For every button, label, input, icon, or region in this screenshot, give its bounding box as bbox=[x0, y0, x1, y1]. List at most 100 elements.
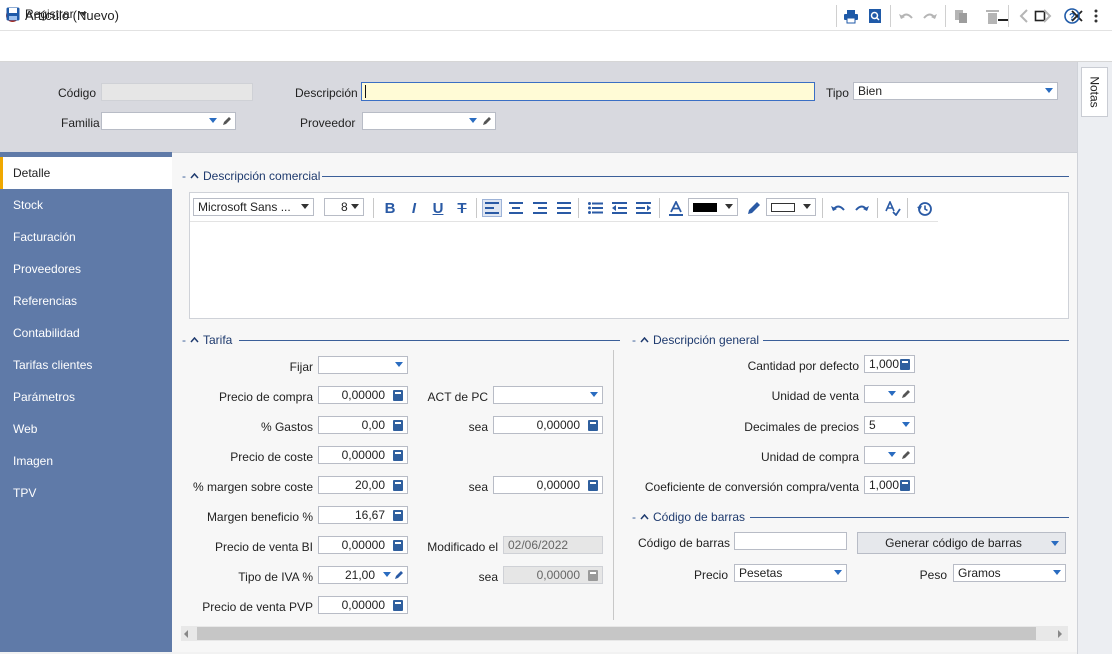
delete-button[interactable] bbox=[982, 6, 1002, 26]
next-button[interactable] bbox=[1037, 6, 1057, 26]
familia-select[interactable] bbox=[101, 112, 236, 130]
scrollbar-thumb[interactable] bbox=[197, 627, 1036, 640]
sidebar-item-parametros[interactable]: Parámetros bbox=[0, 381, 172, 413]
sidebar-item-proveedores[interactable]: Proveedores bbox=[0, 253, 172, 285]
redo-button[interactable] bbox=[920, 6, 940, 26]
undo-button[interactable] bbox=[896, 6, 916, 26]
precio-coste-input[interactable]: 0,00000 bbox=[318, 446, 408, 464]
format-separator bbox=[877, 198, 878, 218]
general-section-header[interactable]: - Descripción general bbox=[632, 333, 759, 347]
scroll-left-icon[interactable] bbox=[184, 630, 188, 638]
align-right-button[interactable] bbox=[530, 199, 550, 217]
sea2-input[interactable]: 0,00000 bbox=[493, 476, 603, 494]
font-color-select[interactable] bbox=[688, 198, 738, 216]
register-button[interactable]: Registrar bbox=[6, 7, 88, 21]
margen-beneficio-input[interactable]: 16,67 bbox=[318, 506, 408, 524]
barcode-precio-select[interactable]: Pesetas bbox=[734, 564, 847, 582]
precio-venta-bi-input[interactable]: 0,00000 bbox=[318, 536, 408, 554]
editor-undo-button[interactable] bbox=[828, 199, 848, 217]
coeficiente-input[interactable]: 1,000 bbox=[864, 476, 915, 494]
editor-redo-button[interactable] bbox=[852, 199, 872, 217]
strikethrough-button[interactable]: T bbox=[452, 199, 472, 217]
bullet-list-button[interactable] bbox=[585, 199, 605, 217]
spellcheck-button[interactable] bbox=[883, 199, 903, 217]
sea1-input[interactable]: 0,00000 bbox=[493, 416, 603, 434]
barcode-section-header[interactable]: - Código de barras bbox=[632, 510, 745, 524]
sidebar-item-facturacion[interactable]: Facturación bbox=[0, 221, 172, 253]
generate-barcode-button[interactable]: Generar código de barras bbox=[857, 532, 1066, 554]
unidad-venta-select[interactable] bbox=[864, 385, 915, 403]
pencil-icon[interactable] bbox=[393, 569, 405, 581]
sidebar-item-stock[interactable]: Stock bbox=[0, 189, 172, 221]
tipo-iva-select[interactable]: 21,00 bbox=[318, 566, 408, 584]
sidebar-item-web[interactable]: Web bbox=[0, 413, 172, 445]
calculator-icon[interactable] bbox=[588, 480, 598, 491]
scroll-right-icon[interactable] bbox=[1058, 630, 1062, 638]
barcode-input[interactable] bbox=[734, 532, 847, 550]
act-pc-select[interactable] bbox=[493, 386, 603, 404]
pencil-icon[interactable] bbox=[221, 115, 233, 127]
pencil-icon[interactable] bbox=[900, 449, 912, 461]
pencil-icon[interactable] bbox=[900, 388, 912, 400]
calculator-icon[interactable] bbox=[393, 600, 403, 611]
calculator-icon[interactable] bbox=[900, 480, 910, 491]
font-name-value: Microsoft Sans ... bbox=[198, 200, 291, 214]
print-icon bbox=[844, 9, 858, 23]
gastos-input[interactable]: 0,00 bbox=[318, 416, 408, 434]
highlight-button[interactable] bbox=[743, 199, 763, 217]
fijar-select[interactable] bbox=[318, 356, 408, 374]
calculator-icon[interactable] bbox=[393, 450, 403, 461]
notes-tab[interactable]: Notas bbox=[1081, 67, 1108, 117]
previous-button[interactable] bbox=[1014, 6, 1034, 26]
pencil-icon[interactable] bbox=[481, 115, 493, 127]
font-size-select[interactable]: 8 bbox=[324, 198, 364, 216]
sidebar-item-tpv[interactable]: TPV bbox=[0, 477, 172, 509]
barcode-section-title: Código de barras bbox=[653, 510, 746, 524]
underline-button[interactable]: U bbox=[428, 199, 448, 217]
tipo-select[interactable]: Bien bbox=[853, 82, 1058, 100]
decimales-select[interactable]: 5 bbox=[864, 416, 915, 434]
descripcion-input[interactable] bbox=[361, 82, 815, 101]
justify-button[interactable] bbox=[554, 199, 574, 217]
precio-venta-pvp-input[interactable]: 0,00000 bbox=[318, 596, 408, 614]
background-color-select[interactable] bbox=[766, 198, 816, 216]
bold-button[interactable]: B bbox=[380, 199, 400, 217]
history-button[interactable] bbox=[914, 199, 934, 217]
italic-button[interactable]: I bbox=[404, 199, 424, 217]
tarifa-section-header[interactable]: - Tarifa bbox=[182, 333, 232, 347]
precio-venta-bi-label: Precio de venta BI bbox=[214, 540, 313, 554]
align-center-button[interactable] bbox=[506, 199, 526, 217]
calculator-icon[interactable] bbox=[393, 510, 403, 521]
font-name-select[interactable]: Microsoft Sans ... bbox=[193, 198, 314, 216]
codigo-field[interactable] bbox=[101, 83, 253, 101]
calculator-icon[interactable] bbox=[393, 420, 403, 431]
print-button[interactable] bbox=[841, 6, 861, 26]
print-preview-button[interactable] bbox=[865, 6, 885, 26]
help-button[interactable]: ? bbox=[1062, 6, 1082, 26]
copy-button[interactable] bbox=[951, 6, 971, 26]
sidebar-item-referencias[interactable]: Referencias bbox=[0, 285, 172, 317]
proveedor-select[interactable] bbox=[362, 112, 496, 130]
outdent-button[interactable] bbox=[609, 199, 629, 217]
precio-compra-input[interactable]: 0,00000 bbox=[318, 386, 408, 404]
unidad-compra-select[interactable] bbox=[864, 446, 915, 464]
sidebar-item-tarifas-clientes[interactable]: Tarifas clientes bbox=[0, 349, 172, 381]
align-left-button[interactable] bbox=[482, 199, 502, 217]
calculator-icon[interactable] bbox=[393, 480, 403, 491]
calculator-icon[interactable] bbox=[900, 359, 910, 370]
calculator-icon[interactable] bbox=[393, 390, 403, 401]
commercial-section-header[interactable]: - Descripción comercial bbox=[182, 169, 320, 183]
barcode-peso-select[interactable]: Gramos bbox=[953, 564, 1066, 582]
sidebar-item-contabilidad[interactable]: Contabilidad bbox=[0, 317, 172, 349]
tipo-label: Tipo bbox=[826, 86, 849, 100]
margen-coste-input[interactable]: 20,00 bbox=[318, 476, 408, 494]
cantidad-input[interactable]: 1,000 bbox=[864, 355, 915, 373]
more-options-button[interactable] bbox=[1086, 6, 1106, 26]
calculator-icon[interactable] bbox=[588, 420, 598, 431]
rich-text-editor[interactable] bbox=[189, 192, 1069, 319]
font-color-button[interactable] bbox=[666, 199, 686, 217]
calculator-icon[interactable] bbox=[393, 540, 403, 551]
sidebar-item-detalle[interactable]: Detalle bbox=[0, 157, 172, 189]
indent-button[interactable] bbox=[633, 199, 653, 217]
sidebar-item-imagen[interactable]: Imagen bbox=[0, 445, 172, 477]
